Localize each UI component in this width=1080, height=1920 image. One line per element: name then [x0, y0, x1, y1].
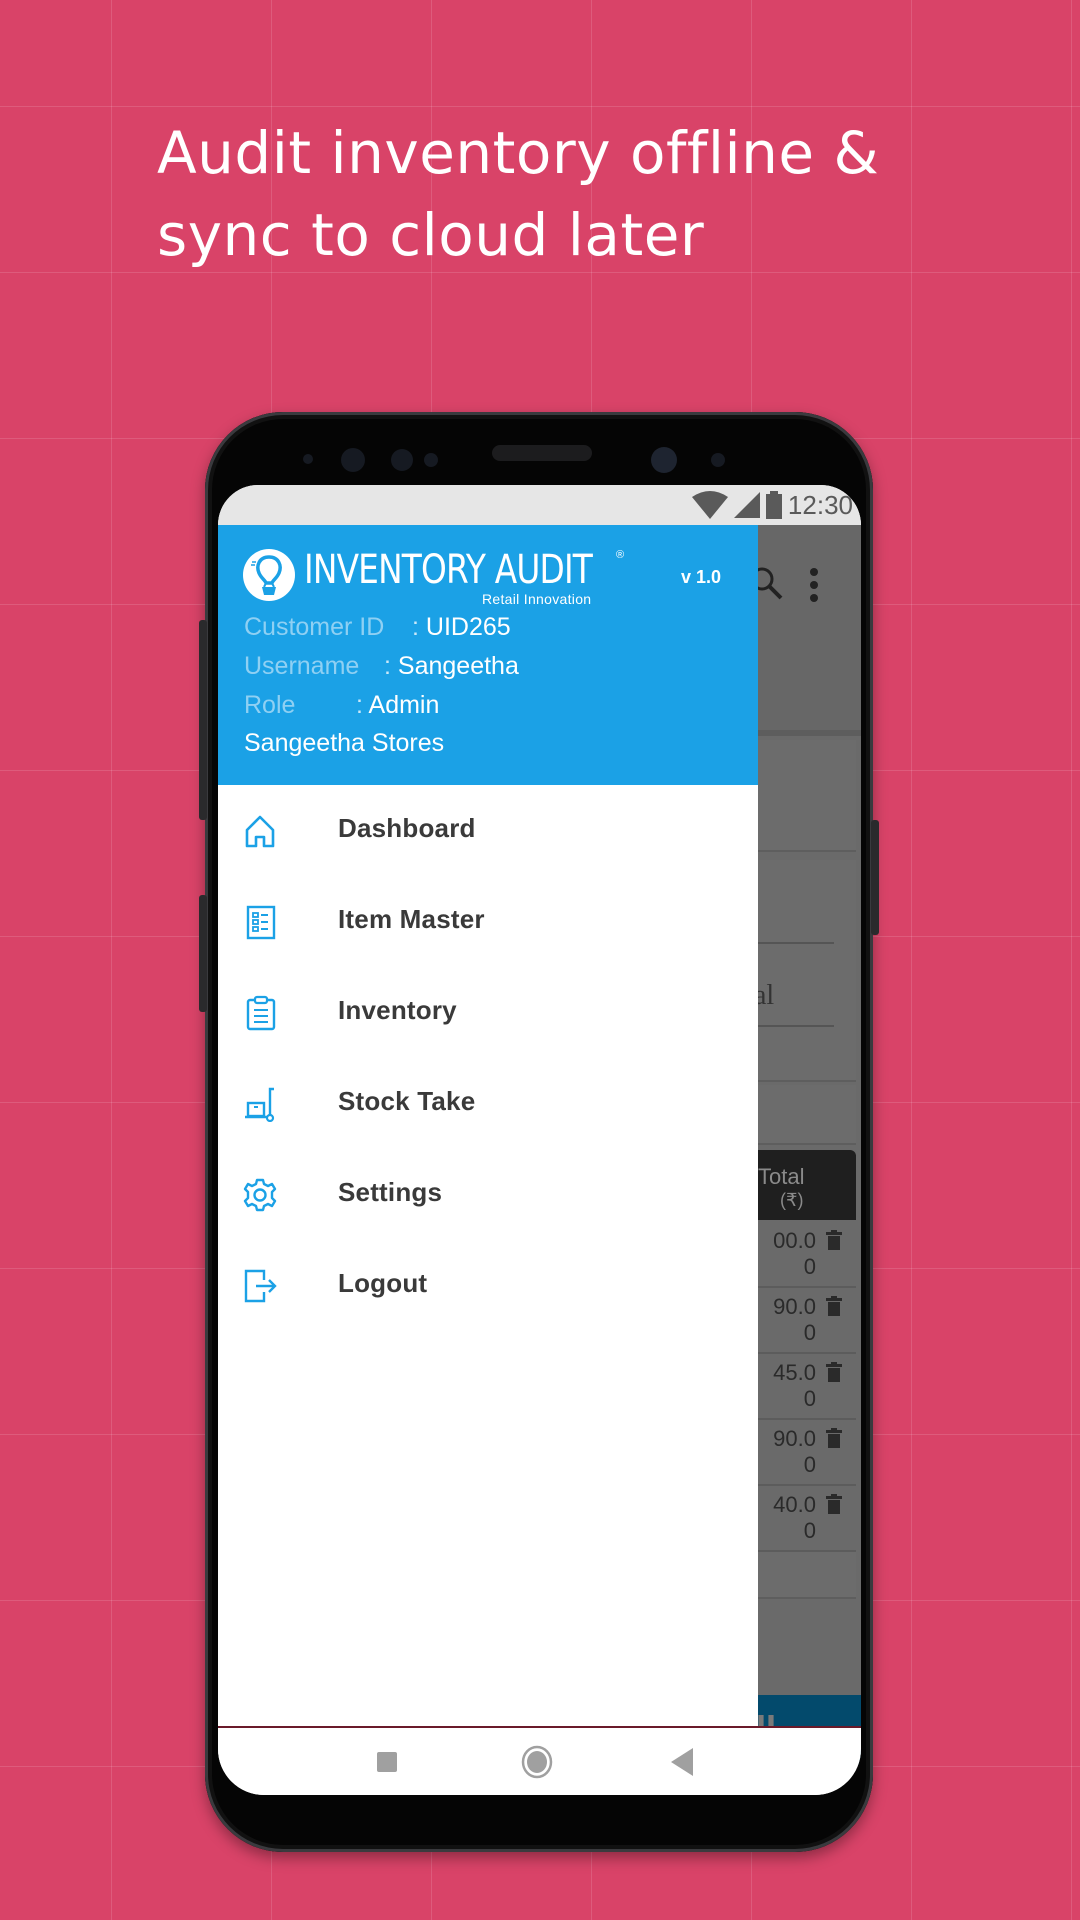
username-label: Username: [244, 652, 360, 680]
background-spacer-card: [758, 1085, 856, 1145]
registered-mark: ®: [616, 549, 625, 561]
menu-item-logout[interactable]: Logout: [218, 1240, 758, 1330]
gear-icon: [243, 1178, 277, 1212]
table-header-unit: (₹): [780, 1190, 804, 1210]
delete-icon[interactable]: [826, 1494, 842, 1514]
menu-item-inventory[interactable]: Inventory: [218, 967, 758, 1057]
table-header: Total (₹): [758, 1150, 856, 1220]
menu-item-settings[interactable]: Settings: [218, 1149, 758, 1239]
back-button[interactable]: [671, 1748, 693, 1776]
headline-line-2: sync to cloud later: [157, 201, 705, 269]
menu-label: Settings: [338, 1177, 443, 1207]
promo-headline: Audit inventory offline & sync to cloud …: [157, 112, 1017, 276]
background-form: al: [754, 860, 856, 1082]
role-row: Role: Admin: [244, 691, 440, 719]
table-row: 90.0 0: [758, 1420, 856, 1486]
menu-label: Inventory: [338, 995, 457, 1025]
row-total: 90.0 0: [773, 1294, 816, 1345]
drawer-header: INVENTORY AUDIT ® Retail Innovation v 1.…: [218, 525, 758, 785]
battery-icon: [765, 491, 782, 519]
customer-id-label: Customer ID: [244, 613, 385, 641]
hand-truck-icon: [245, 1087, 275, 1122]
delete-icon[interactable]: [826, 1230, 842, 1250]
recents-button[interactable]: [376, 1751, 398, 1773]
row-total: 40.0 0: [773, 1492, 816, 1543]
table-row: 40.0 0: [758, 1486, 856, 1552]
earpiece-speaker: [492, 445, 592, 461]
wifi-icon: [691, 491, 728, 519]
role-value: Admin: [368, 691, 440, 719]
table-header-total: Total: [758, 1164, 805, 1189]
username-row: Username: Sangeetha: [244, 652, 519, 680]
navigation-drawer: INVENTORY AUDIT ® Retail Innovation v 1.…: [218, 525, 758, 1728]
row-total: 00.0 0: [773, 1228, 816, 1279]
sensor-dot: [711, 453, 725, 467]
home-button[interactable]: [521, 1745, 553, 1779]
background-toolbar: [750, 525, 861, 736]
menu-label: Stock Take: [338, 1086, 476, 1116]
delete-icon[interactable]: [826, 1362, 842, 1382]
table-footer: [758, 1552, 856, 1599]
front-camera: [651, 447, 677, 473]
customer-id-row: Customer ID: UID265: [244, 613, 511, 641]
app-brand-name: INVENTORY AUDIT: [304, 547, 593, 593]
headline-line-1: Audit inventory offline &: [157, 119, 880, 187]
logo: [243, 549, 295, 601]
delete-icon[interactable]: [826, 1428, 842, 1448]
balloon-logo-icon: [251, 555, 282, 595]
app-tagline: Retail Innovation: [482, 591, 592, 607]
store-name: Sangeetha Stores: [244, 729, 445, 757]
light-sensor: [424, 453, 438, 467]
menu-label: Logout: [338, 1268, 428, 1298]
clipboard-icon: [246, 995, 276, 1031]
table-row: 45.0 0: [758, 1354, 856, 1420]
proximity-sensor: [303, 454, 313, 464]
menu-item-item-master[interactable]: Item Master: [218, 876, 758, 966]
role-label: Role: [244, 691, 296, 719]
table-row: 00.0 0: [758, 1222, 856, 1288]
iris-camera: [341, 448, 365, 472]
menu-item-stock-take[interactable]: Stock Take: [218, 1058, 758, 1148]
menu-label: Item Master: [338, 904, 485, 934]
iris-led: [391, 449, 413, 471]
menu-label: Dashboard: [338, 813, 476, 843]
menu-item-dashboard[interactable]: Dashboard: [218, 785, 758, 875]
row-total: 45.0 0: [773, 1360, 816, 1411]
row-total: 90.0 0: [773, 1426, 816, 1477]
delete-icon[interactable]: [826, 1296, 842, 1316]
status-bar: 12:30: [218, 485, 861, 525]
form-field-underline: [758, 1025, 834, 1027]
android-nav-bar: [218, 1728, 861, 1795]
background-card: [758, 740, 856, 852]
app-version: v 1.0: [681, 567, 722, 587]
list-icon: [246, 905, 276, 940]
logout-icon: [244, 1269, 277, 1303]
signal-icon: [733, 492, 760, 518]
phone-screen: 12:30 al Total (₹) 00.00 90.00 45.00: [218, 485, 861, 1795]
home-icon: [245, 815, 275, 848]
customer-id-value: UID265: [425, 613, 511, 641]
volume-up-button: [199, 620, 207, 820]
power-button: [871, 820, 879, 935]
status-time: 12:30: [787, 489, 853, 520]
more-options-icon[interactable]: [808, 567, 820, 603]
username-value: Sangeetha: [397, 652, 519, 680]
table-row: 90.0 0: [758, 1288, 856, 1354]
bixby-button: [199, 895, 207, 1012]
form-field-underline: [758, 942, 834, 944]
